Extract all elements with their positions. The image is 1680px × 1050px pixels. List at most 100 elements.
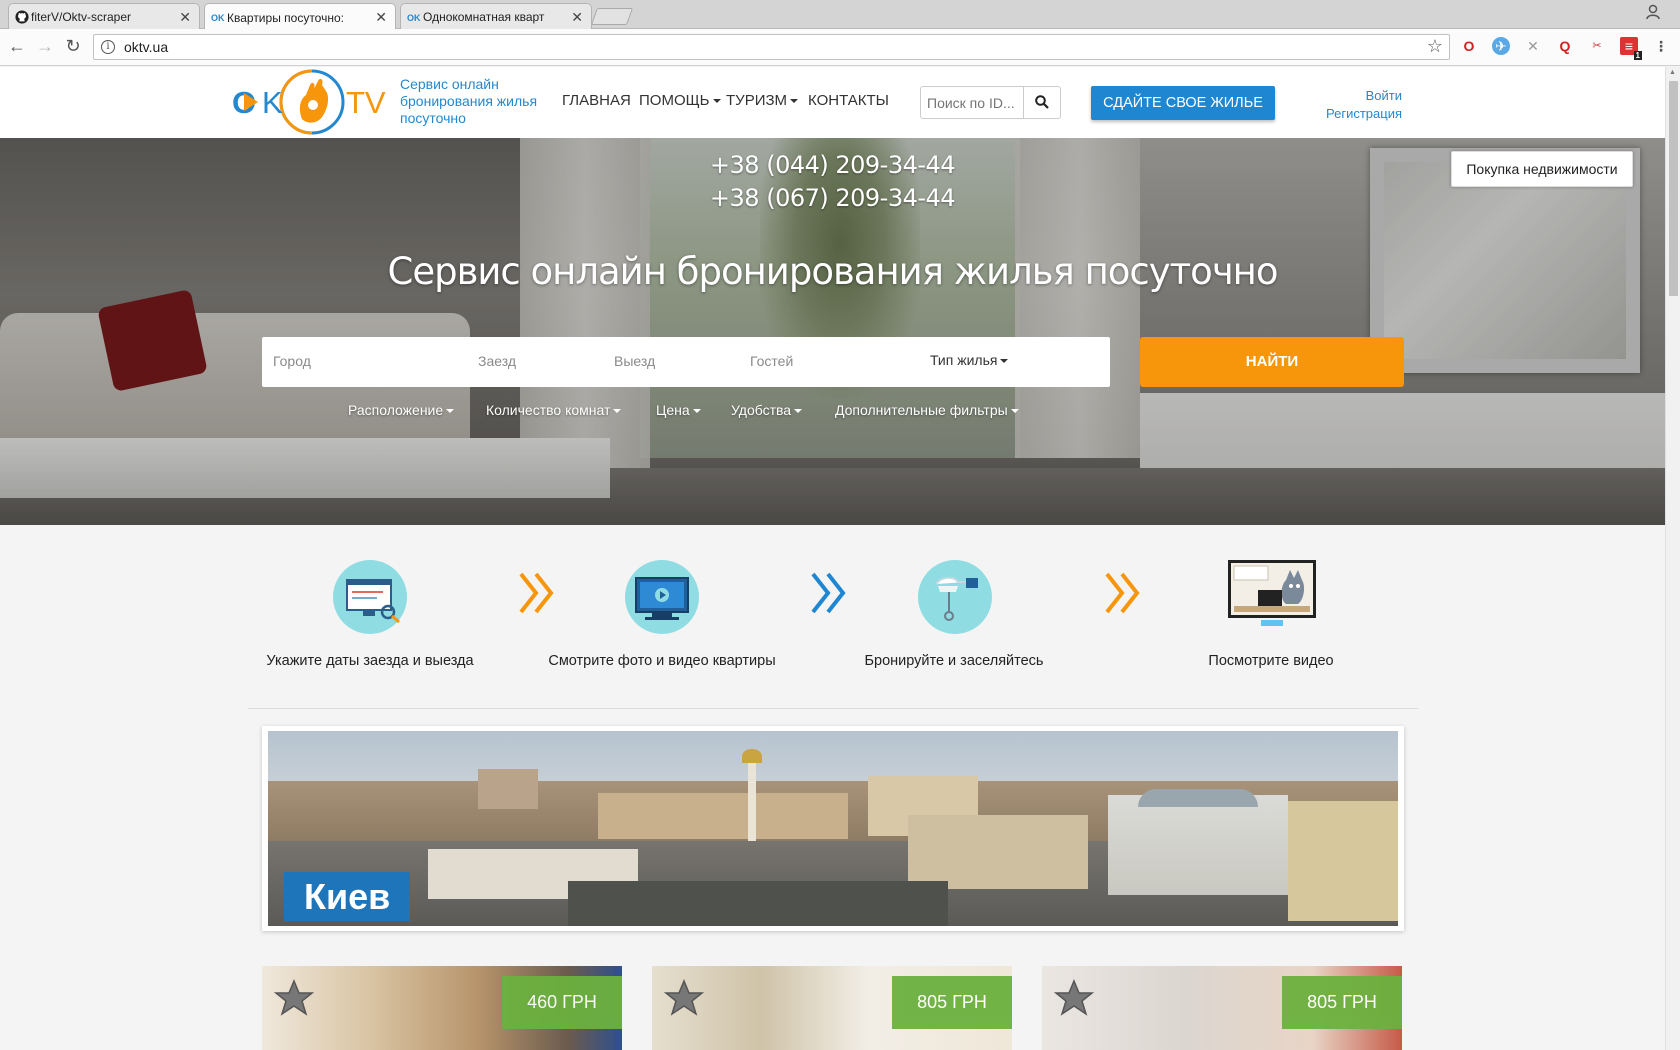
find-button[interactable]: НАЙТИ bbox=[1140, 337, 1404, 387]
section-divider bbox=[248, 708, 1418, 709]
menu-tourism-label: ТУРИЗМ bbox=[726, 92, 788, 109]
hero-section: +38 (044) 209-34-44 +38 (067) 209-34-44 … bbox=[0, 138, 1665, 525]
tab-github[interactable]: fiterV/Oktv-scraper ✕ bbox=[8, 3, 200, 30]
svg-text:TV: TV bbox=[346, 85, 386, 120]
list-extension-icon[interactable]: ≡ 1 bbox=[1620, 37, 1642, 60]
menu-tourism[interactable]: ТУРИЗМ bbox=[726, 92, 799, 109]
filter-label: Цена bbox=[656, 402, 690, 418]
tab-label: Однокомнатная кварт bbox=[423, 10, 545, 24]
step-label: Укажите даты заезда и выезда bbox=[266, 653, 474, 669]
forward-icon[interactable]: → bbox=[34, 36, 56, 57]
list-your-property-button[interactable]: СДАЙТЕ СВОЕ ЖИЛЬЕ bbox=[1091, 86, 1275, 120]
favorite-star-icon[interactable] bbox=[1054, 978, 1094, 1018]
caret-down-icon bbox=[712, 99, 721, 104]
scroll-up-arrow-icon[interactable]: ▲ bbox=[1669, 69, 1676, 76]
close-extension-icon[interactable]: ✕ bbox=[1524, 37, 1542, 55]
caret-down-icon bbox=[794, 409, 803, 414]
new-tab-button[interactable] bbox=[590, 8, 634, 25]
filter-amenities[interactable]: Удобства bbox=[731, 402, 803, 418]
telegram-extension-icon[interactable]: ✈ bbox=[1492, 37, 1510, 55]
back-icon[interactable]: ← bbox=[6, 36, 28, 57]
step-label: Посмотрите видео bbox=[1208, 653, 1334, 669]
filter-rooms[interactable]: Количество комнат bbox=[486, 402, 622, 418]
extension-badge: 1 bbox=[1633, 51, 1642, 60]
address-bar[interactable]: i oktv.ua ☆ bbox=[93, 34, 1450, 60]
phone-number[interactable]: +38 (067) 209-34-44 bbox=[0, 184, 1665, 212]
profile-icon[interactable] bbox=[1646, 4, 1660, 23]
menu-home[interactable]: ГЛАВНАЯ bbox=[562, 92, 631, 109]
checkin-field[interactable]: Заезд bbox=[478, 353, 516, 369]
filter-location[interactable]: Расположение bbox=[348, 402, 455, 418]
scissors-extension-icon[interactable]: ✂ bbox=[1588, 37, 1606, 55]
filter-label: Удобства bbox=[731, 402, 792, 418]
tab-label: fiterV/Oktv-scraper bbox=[31, 10, 132, 24]
tab-oktv-apartments[interactable]: OK Квартиры посуточно: ✕ bbox=[204, 3, 396, 31]
login-link[interactable]: Войти bbox=[1326, 87, 1402, 105]
filter-label: Расположение bbox=[348, 402, 444, 418]
guests-field[interactable]: Гостей bbox=[750, 353, 793, 369]
caret-down-icon bbox=[790, 99, 799, 104]
caret-down-icon bbox=[692, 409, 701, 414]
info-icon[interactable]: i bbox=[101, 40, 115, 54]
filter-label: Дополнительные фильтры bbox=[835, 402, 1008, 418]
buy-property-button[interactable]: Покупка недвижимости bbox=[1451, 151, 1633, 187]
menu-home-label: ГЛАВНАЯ bbox=[562, 92, 631, 109]
menu-contacts[interactable]: КОНТАКТЫ bbox=[808, 92, 889, 109]
favorite-star-icon[interactable] bbox=[274, 978, 314, 1018]
monument-statue bbox=[742, 749, 762, 763]
checkout-field[interactable]: Выезд bbox=[614, 353, 655, 369]
close-tab-icon[interactable]: ✕ bbox=[179, 9, 191, 26]
register-link[interactable]: Регистрация bbox=[1326, 105, 1402, 123]
conservatory-building bbox=[1108, 795, 1288, 895]
filter-price[interactable]: Цена bbox=[656, 402, 701, 418]
step-label: Смотрите фото и видео квартиры bbox=[548, 653, 776, 669]
search-icon bbox=[1035, 95, 1049, 109]
listing-card[interactable]: 460 ГРН bbox=[262, 966, 622, 1050]
svg-text:K: K bbox=[262, 85, 283, 120]
opera-extension-icon[interactable]: O bbox=[1460, 37, 1478, 55]
city-banner-kiev[interactable]: Киев bbox=[262, 726, 1404, 931]
building bbox=[478, 769, 538, 809]
listing-card[interactable]: 805 ГРН bbox=[652, 966, 1012, 1050]
site-tagline: Сервис онлайн бронирования жилья посуточ… bbox=[400, 76, 538, 126]
menu-kebab-icon[interactable]: ⋮ bbox=[1652, 37, 1670, 55]
step-label: Бронируйте и заселяйтесь bbox=[864, 653, 1044, 669]
filter-label: Количество комнат bbox=[486, 402, 611, 418]
browser-tab-strip: fiterV/Oktv-scraper ✕ OK Квартиры посуто… bbox=[0, 0, 1680, 31]
bookmark-star-icon[interactable]: ☆ bbox=[1427, 36, 1443, 57]
phone-number[interactable]: +38 (044) 209-34-44 bbox=[0, 151, 1665, 179]
site-header: O K TV Сервис онлайн бронирования жилья … bbox=[0, 67, 1665, 138]
dome bbox=[1138, 789, 1258, 807]
github-icon bbox=[15, 10, 29, 24]
close-tab-icon[interactable]: ✕ bbox=[571, 9, 583, 26]
building bbox=[1288, 801, 1398, 921]
menu-help[interactable]: ПОМОЩЬ bbox=[639, 92, 721, 109]
search-button[interactable] bbox=[1023, 87, 1060, 118]
id-search-input[interactable] bbox=[921, 87, 1024, 118]
kiev-panorama-image bbox=[268, 731, 1398, 926]
oktv-logo[interactable]: O K TV bbox=[232, 69, 392, 135]
building bbox=[598, 793, 848, 839]
auth-links: Войти Регистрация bbox=[1326, 87, 1402, 123]
how-it-works-section: Укажите даты заезда и выезда Смотрите фо… bbox=[0, 525, 1665, 710]
key-hand-icon bbox=[918, 560, 992, 634]
filter-additional[interactable]: Дополнительные фильтры bbox=[835, 402, 1019, 418]
q-extension-icon[interactable]: Q bbox=[1556, 37, 1574, 55]
building bbox=[908, 815, 1088, 889]
reload-icon[interactable]: ↻ bbox=[62, 36, 84, 57]
favorite-star-icon[interactable] bbox=[664, 978, 704, 1018]
id-search bbox=[920, 86, 1061, 119]
video-thumbnail-icon[interactable] bbox=[1228, 560, 1316, 630]
double-chevron-right-icon bbox=[811, 572, 846, 614]
hero-title: Сервис онлайн бронирования жилья посуточ… bbox=[387, 250, 1278, 293]
scrollbar-thumb[interactable] bbox=[1669, 81, 1678, 296]
tab-oktv-apartment[interactable]: OK Однокомнатная кварт ✕ bbox=[400, 3, 592, 30]
housing-type-dropdown[interactable]: Тип жилья bbox=[930, 352, 1009, 368]
street bbox=[568, 881, 948, 926]
close-tab-icon[interactable]: ✕ bbox=[375, 9, 387, 26]
browser-toolbar: ← → ↻ i oktv.ua ☆ O ✈ ✕ Q ✂ ≡ 1 ⋮ bbox=[0, 29, 1680, 66]
page-scrollbar[interactable]: ▲ bbox=[1665, 67, 1680, 1050]
city-field[interactable]: Город bbox=[273, 353, 311, 369]
listing-card[interactable]: 805 ГРН bbox=[1042, 966, 1402, 1050]
tab-label: Квартиры посуточно: bbox=[227, 10, 344, 25]
